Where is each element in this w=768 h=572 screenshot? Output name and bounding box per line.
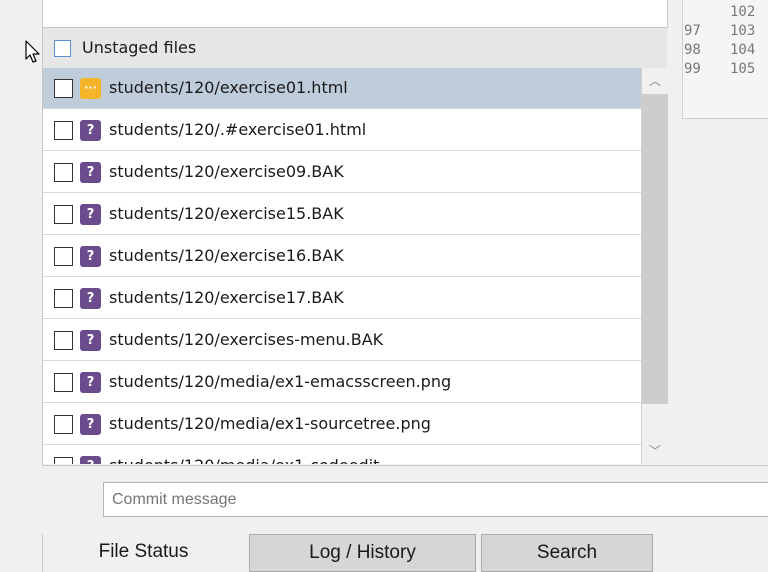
commit-area xyxy=(42,465,768,534)
file-name: students/120/exercise09.BAK xyxy=(109,162,344,181)
file-name: students/120/.#exercise01.html xyxy=(109,120,367,139)
scroll-down-icon[interactable]: ﹀ xyxy=(642,438,668,464)
question-icon: ? xyxy=(80,162,101,183)
staged-files-list[interactable] xyxy=(43,0,668,28)
new-line-number: 103 xyxy=(730,23,756,39)
file-row[interactable]: ? students/120/.#exercise01.html xyxy=(43,110,641,151)
tab-file-status[interactable]: File Status xyxy=(42,534,244,572)
scroll-up-icon[interactable]: ︿ xyxy=(642,68,668,94)
file-checkbox[interactable] xyxy=(54,163,73,182)
unstaged-select-all-checkbox[interactable] xyxy=(54,40,71,57)
question-icon: ? xyxy=(80,120,101,141)
question-icon: ? xyxy=(80,456,101,464)
file-name: students/120/media/ex1-codeedit... xyxy=(109,456,395,464)
file-name: students/120/exercise15.BAK xyxy=(109,204,344,223)
bottom-tabs: File Status Log / History Search xyxy=(42,534,768,572)
old-line-number: 97 xyxy=(684,23,701,39)
new-line-number: 105 xyxy=(730,61,756,77)
file-name: students/120/exercise17.BAK xyxy=(109,288,344,307)
file-name: students/120/media/ex1-emacsscreen.png xyxy=(109,372,452,391)
file-name: students/120/exercise16.BAK xyxy=(109,246,344,265)
question-icon: ? xyxy=(80,204,101,225)
ellipsis-icon: ··· xyxy=(80,78,101,99)
question-icon: ? xyxy=(80,330,101,351)
file-row[interactable]: ? students/120/exercise09.BAK xyxy=(43,152,641,193)
unstaged-files-label: Unstaged files xyxy=(82,38,197,57)
file-name: students/120/media/ex1-sourcetree.png xyxy=(109,414,431,433)
scrollbar-thumb[interactable] xyxy=(642,94,668,404)
tab-log-history[interactable]: Log / History xyxy=(249,534,476,572)
question-icon: ? xyxy=(80,414,101,435)
old-line-number: 99 xyxy=(684,61,701,77)
new-line-number: 102 xyxy=(730,4,756,20)
file-name: students/120/exercises-menu.BAK xyxy=(109,330,384,349)
file-list-scrollbar[interactable]: ︿ ﹀ xyxy=(642,68,668,464)
file-name: students/120/exercise01.html xyxy=(109,78,348,97)
left-gutter xyxy=(0,0,42,572)
file-row[interactable]: ? students/120/exercise15.BAK xyxy=(43,194,641,235)
file-checkbox[interactable] xyxy=(54,121,73,140)
file-checkbox[interactable] xyxy=(54,205,73,224)
question-icon: ? xyxy=(80,288,101,309)
mouse-cursor-icon xyxy=(25,40,40,63)
file-row[interactable]: ? students/120/media/ex1-sourcetree.png xyxy=(43,404,641,445)
file-checkbox[interactable] xyxy=(54,415,73,434)
unstaged-file-list[interactable]: ··· students/120/exercise01.html? students… xyxy=(43,68,642,464)
tab-search[interactable]: Search xyxy=(481,534,653,572)
new-line-number: 104 xyxy=(730,42,756,58)
file-row[interactable]: ? students/120/exercise17.BAK xyxy=(43,278,641,319)
file-checkbox[interactable] xyxy=(54,247,73,266)
file-row[interactable]: ··· students/120/exercise01.html xyxy=(43,68,641,109)
file-status-panel: Unstaged files ··· students/120/exercise0… xyxy=(42,0,669,465)
file-checkbox[interactable] xyxy=(54,289,73,308)
file-row[interactable]: ? students/120/exercise16.BAK xyxy=(43,236,641,277)
file-checkbox[interactable] xyxy=(54,457,73,464)
question-icon: ? xyxy=(80,246,101,267)
file-checkbox[interactable] xyxy=(54,331,73,350)
question-icon: ? xyxy=(80,372,101,393)
file-checkbox[interactable] xyxy=(54,79,73,98)
commit-message-input[interactable] xyxy=(103,482,768,517)
diff-panel: 102 97 103 98 104 99 105 xyxy=(668,0,768,465)
file-checkbox[interactable] xyxy=(54,373,73,392)
unstaged-files-header: Unstaged files xyxy=(43,28,667,68)
old-line-number: 98 xyxy=(684,42,701,58)
diff-line-numbers: 102 97 103 98 104 99 105 xyxy=(682,0,768,119)
file-row[interactable]: ? students/120/media/ex1-emacsscreen.png xyxy=(43,362,641,403)
file-row[interactable]: ? students/120/exercises-menu.BAK xyxy=(43,320,641,361)
file-row[interactable]: ? students/120/media/ex1-codeedit... xyxy=(43,446,641,464)
